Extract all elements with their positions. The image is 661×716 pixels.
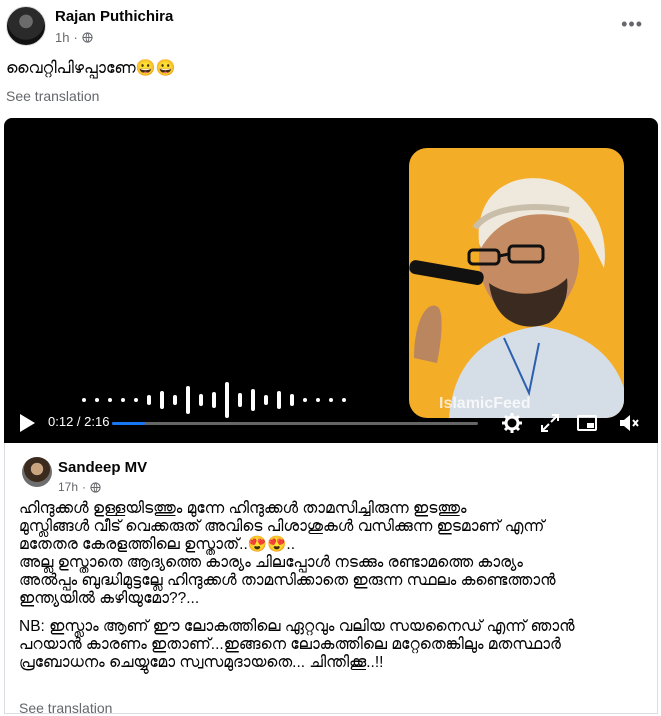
- pip-icon[interactable]: [576, 412, 598, 434]
- see-translation-link[interactable]: See translation: [6, 88, 99, 104]
- shared-post-meta: 17h ·: [58, 480, 101, 494]
- shared-line: NB: ഇസ്ലാം ആണ് ഈ ലോകത്തിലെ ഏറ്റവും വലിയ …: [19, 618, 575, 635]
- post-header: Rajan Puthichira 1h · •••: [0, 0, 661, 56]
- waveform-bar: [329, 398, 333, 402]
- waveform-bar: [134, 398, 138, 402]
- speaker-illustration: [409, 178, 624, 418]
- meta-dot: ·: [82, 480, 87, 494]
- waveform-bar: [108, 398, 112, 402]
- waveform-bar: [82, 398, 86, 402]
- waveform-bar: [342, 398, 346, 402]
- shared-line: പ്രബോധനം ചെയ്യുമോ സ്വസമുദായതെ... ചിന്തിക…: [19, 654, 384, 671]
- expand-icon[interactable]: [539, 412, 561, 434]
- shared-avatar[interactable]: [22, 457, 52, 487]
- shared-line: ഇന്ത്യയിൽ കഴിയുമോ??...: [19, 590, 200, 607]
- progress-bar[interactable]: [112, 422, 478, 425]
- post-text: വൈറ്റിപിഴപ്പാണേ😀😀: [6, 60, 176, 77]
- shared-line: മുസ്ലിങ്ങൾ വീട് വെക്കരുത് അവിടെ പിശാശുകൾ…: [19, 518, 545, 535]
- waveform-bar: [290, 394, 294, 406]
- meta-dot: ·: [73, 30, 78, 45]
- shared-line: മതേതര കേരളത്തിലെ ഉസ്താത്..😍😍..: [19, 536, 295, 553]
- author-name[interactable]: Rajan Puthichira: [55, 8, 173, 25]
- waveform-bar: [238, 393, 242, 407]
- video-player[interactable]: IslamicFeed 0:12 / 2:16: [4, 118, 658, 443]
- shared-post-time[interactable]: 17h: [58, 480, 78, 494]
- waveform-bar: [316, 398, 320, 402]
- shared-author-name[interactable]: Sandeep MV: [58, 459, 147, 476]
- video-time: 0:12 / 2:16: [48, 414, 110, 429]
- shared-line: അൽപ്പം ബുദ്ധിമുട്ടല്ലേ ഹിന്ദുക്കൾ താമസിക…: [19, 572, 556, 589]
- play-icon[interactable]: [18, 413, 36, 433]
- waveform-bar: [95, 398, 99, 402]
- post-meta: 1h ·: [55, 30, 93, 45]
- globe-icon[interactable]: [82, 32, 93, 43]
- shared-line: പറയാൻ കാരണം ഇതാണ്...ഇങ്ങനെ ലോകത്തിലെ മറ്…: [19, 636, 561, 653]
- waveform-bar: [199, 394, 203, 406]
- waveform-bar: [121, 398, 125, 402]
- shared-line: ഹിന്ദുക്കൾ ഉള്ളയിടത്തും മുന്നേ ഹിന്ദുക്ക…: [19, 500, 467, 517]
- volume-mute-icon[interactable]: [618, 412, 640, 434]
- shared-line: അല്ല ഉസ്താതെ ആദ്യത്തെ കാര്യം ചിലപ്പോൾ നട…: [19, 554, 523, 571]
- shared-post-text: ഹിന്ദുക്കൾ ഉള്ളയിടത്തും മുന്നേ ഹിന്ദുക്ക…: [19, 500, 649, 672]
- progress-fill: [112, 422, 145, 425]
- video-controls: 0:12 / 2:16: [4, 406, 658, 442]
- post-time[interactable]: 1h: [55, 30, 69, 45]
- video-thumbnail: IslamicFeed: [409, 148, 624, 418]
- waveform-bar: [147, 395, 151, 405]
- waveform-bar: [303, 398, 307, 402]
- globe-icon[interactable]: [90, 481, 101, 493]
- more-horizontal-icon[interactable]: •••: [621, 14, 643, 35]
- settings-icon[interactable]: [501, 412, 523, 434]
- avatar[interactable]: [6, 6, 46, 46]
- waveform-bar: [264, 395, 268, 405]
- waveform-bar: [173, 395, 177, 405]
